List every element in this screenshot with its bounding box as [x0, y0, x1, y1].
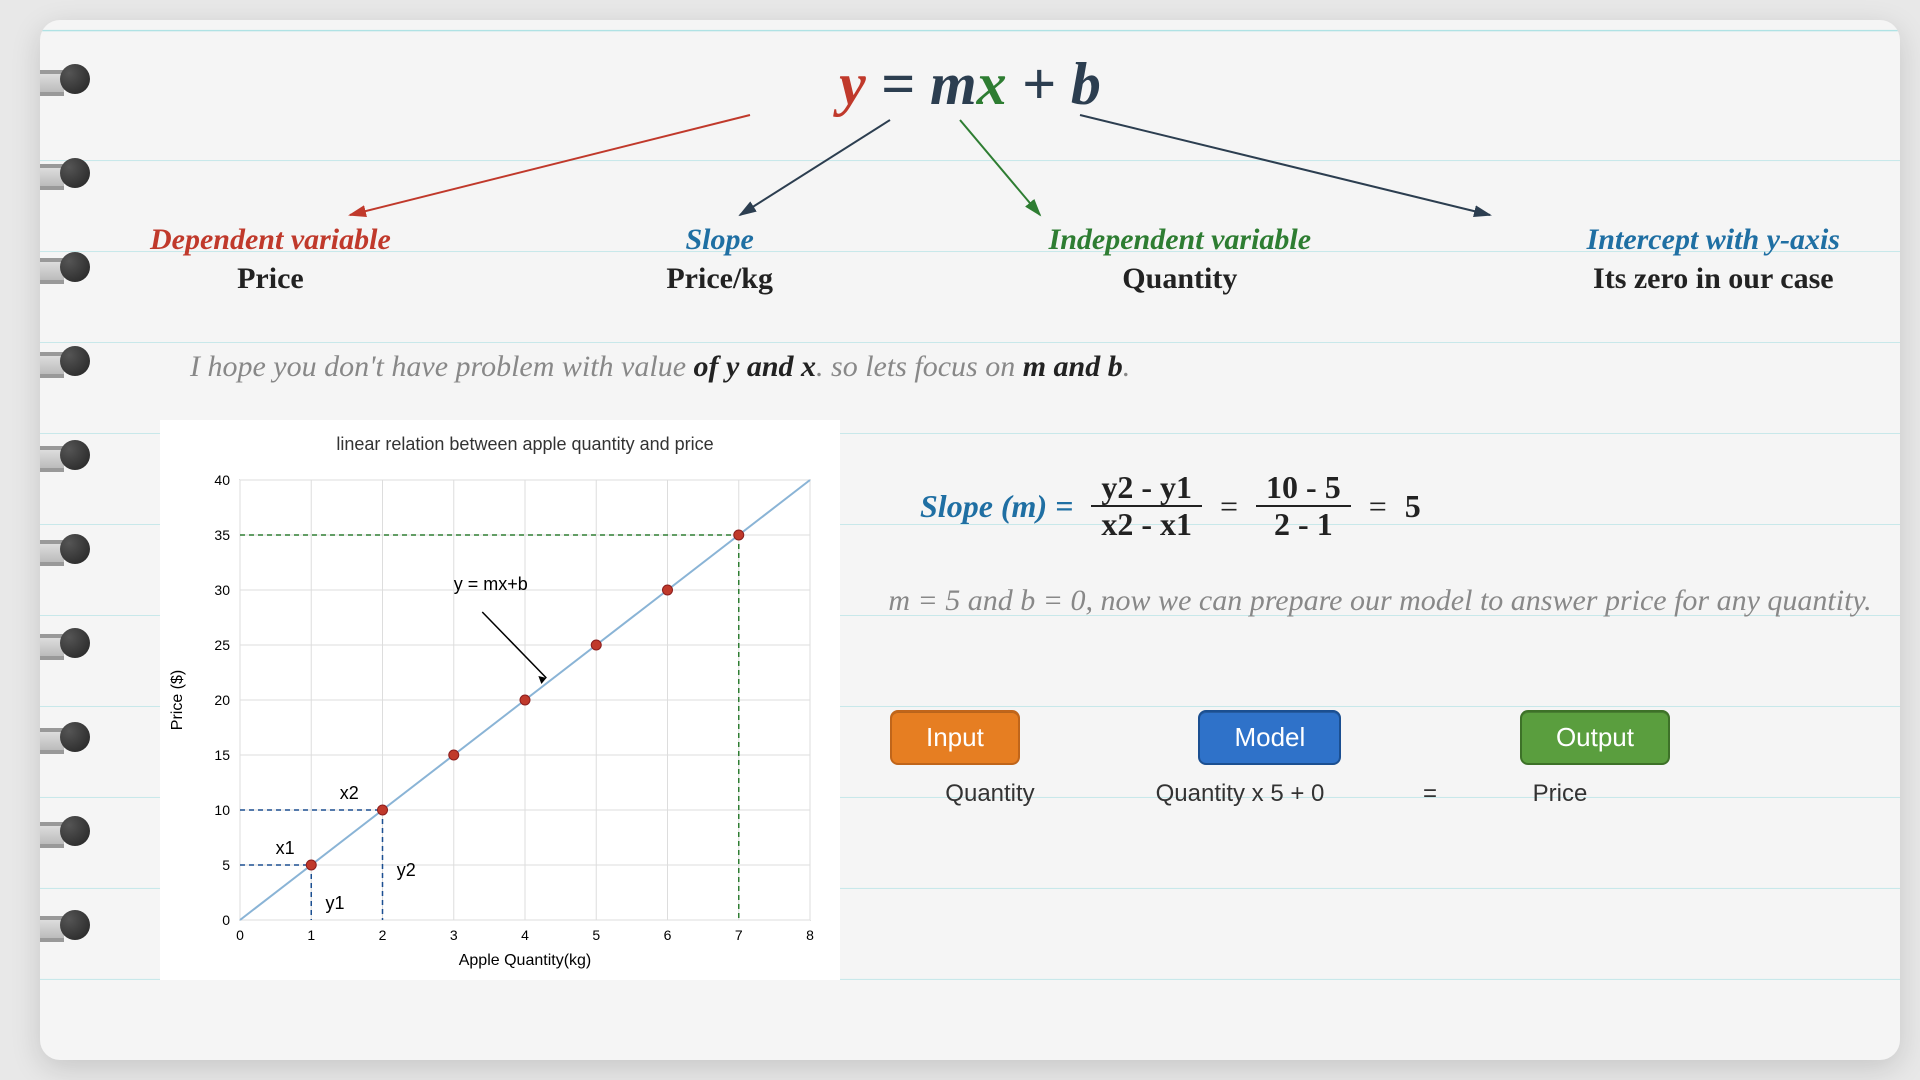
p1-a: I hope you don't have problem with value	[190, 350, 694, 383]
p1-b: of y and x	[694, 350, 817, 383]
spiral-binding	[40, 60, 90, 942]
eq-x: x	[977, 51, 1007, 117]
svg-text:5: 5	[222, 857, 230, 873]
label-slope: Slope Price/kg	[666, 220, 773, 298]
svg-text:y1: y1	[326, 893, 345, 913]
sub-input: Quantity	[890, 780, 1090, 808]
slope-eq1: =	[1220, 488, 1238, 525]
eq-m: m	[930, 51, 977, 117]
svg-text:Apple Quantity(kg): Apple Quantity(kg)	[459, 952, 592, 969]
label-dep-sub: Price	[150, 259, 391, 298]
svg-text:y = mx+b: y = mx+b	[454, 574, 528, 594]
svg-text:8: 8	[806, 927, 814, 943]
slope-ans: 5	[1405, 488, 1421, 525]
label-dependent: Dependent variable Price	[150, 220, 391, 298]
eq-y: y	[839, 51, 866, 117]
box-model: Model	[1198, 710, 1341, 765]
svg-text:5: 5	[592, 927, 600, 943]
sub-output: Price	[1470, 780, 1650, 808]
label-intercept: Intercept with y-axis Its zero in our ca…	[1587, 220, 1840, 298]
p1-d: m and b	[1023, 350, 1123, 383]
svg-text:35: 35	[214, 527, 230, 543]
sub-model: Quantity x 5 + 0	[1090, 780, 1390, 808]
slope-den2: 2 - 1	[1264, 507, 1343, 542]
label-intc-sub: Its zero in our case	[1587, 259, 1840, 298]
svg-text:6: 6	[664, 927, 672, 943]
svg-text:10: 10	[214, 802, 230, 818]
slope-den1: x2 - x1	[1091, 507, 1202, 542]
eq-plus-b: + b	[1022, 51, 1101, 117]
svg-text:30: 30	[214, 582, 230, 598]
svg-text:x1: x1	[276, 838, 295, 858]
slope-derivation: Slope (m) = y2 - y1 x2 - x1 = 10 - 5 2 -…	[920, 470, 1421, 542]
paragraph-model: m = 5 and b = 0, now we can prepare our …	[880, 580, 1880, 622]
slope-eq2: =	[1369, 488, 1387, 525]
svg-text:0: 0	[236, 927, 244, 943]
p1-c: . so lets focus on	[816, 350, 1023, 383]
svg-text:15: 15	[214, 747, 230, 763]
paragraph-intro: I hope you don't have problem with value…	[190, 350, 1130, 384]
notebook-page: y = mx + b Dependent variable Price Slop…	[40, 20, 1900, 1060]
svg-text:20: 20	[214, 692, 230, 708]
label-slope-title: Slope	[666, 220, 773, 259]
svg-text:7: 7	[735, 927, 743, 943]
slope-frac2: 10 - 5 2 - 1	[1256, 470, 1351, 542]
svg-text:40: 40	[214, 472, 230, 488]
label-dep-title: Dependent variable	[150, 220, 391, 259]
svg-text:4: 4	[521, 927, 529, 943]
term-labels: Dependent variable Price Slope Price/kg …	[150, 220, 1840, 298]
svg-text:3: 3	[450, 927, 458, 943]
svg-text:linear relation between apple: linear relation between apple quantity a…	[336, 434, 713, 454]
label-independent: Independent variable Quantity	[1049, 220, 1312, 298]
svg-text:x2: x2	[340, 783, 359, 803]
svg-text:1: 1	[307, 927, 315, 943]
svg-text:2: 2	[379, 927, 387, 943]
slope-num2: 10 - 5	[1256, 470, 1351, 507]
eq-eq: =	[881, 51, 915, 117]
label-slope-sub: Price/kg	[666, 259, 773, 298]
linear-equation: y = mx + b	[839, 50, 1101, 119]
chart-container: linear relation between apple quantity a…	[160, 420, 840, 980]
label-ind-title: Independent variable	[1049, 220, 1312, 259]
p1-e: .	[1123, 350, 1131, 383]
slope-lhs: Slope (m) =	[920, 488, 1073, 525]
label-intc-title: Intercept with y-axis	[1587, 220, 1840, 259]
svg-text:y2: y2	[397, 860, 416, 880]
svg-text:25: 25	[214, 637, 230, 653]
svg-text:0: 0	[222, 912, 230, 928]
slope-num1: y2 - y1	[1091, 470, 1202, 507]
label-ind-sub: Quantity	[1049, 259, 1312, 298]
slope-frac1: y2 - y1 x2 - x1	[1091, 470, 1202, 542]
box-input: Input	[890, 710, 1020, 765]
svg-text:Price ($): Price ($)	[169, 670, 186, 730]
model-row: Input Model Output	[890, 710, 1670, 765]
model-sub-row: Quantity Quantity x 5 + 0 = Price	[890, 780, 1690, 808]
box-output: Output	[1520, 710, 1670, 765]
sub-eq: =	[1390, 780, 1470, 808]
